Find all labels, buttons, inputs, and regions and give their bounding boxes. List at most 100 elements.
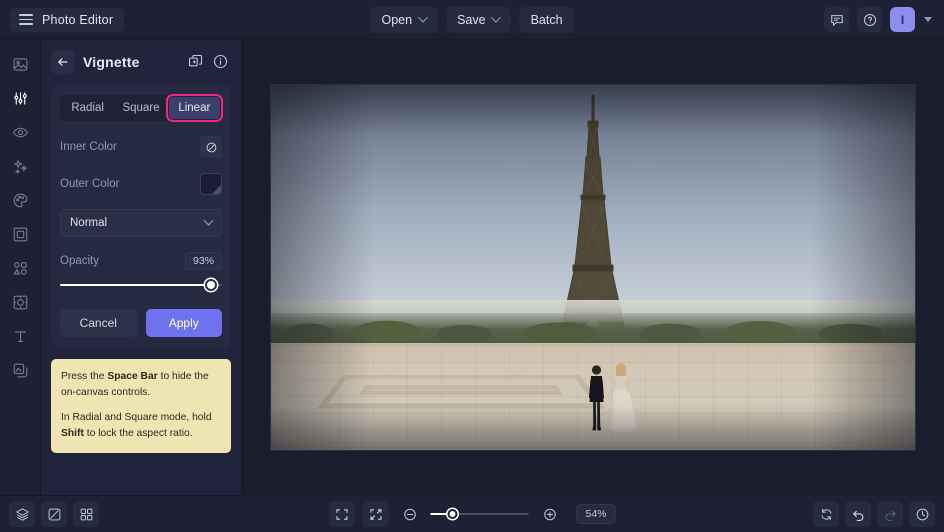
photo-editor-app: Photo Editor Open Save Batch I Vignette … [0, 0, 944, 532]
vignette-shape-tabs: Radial Square Linear [60, 94, 224, 122]
back-button[interactable] [51, 49, 75, 74]
fit-screen-button[interactable] [328, 501, 355, 527]
feedback-button[interactable] [824, 7, 849, 32]
top-center-actions: Open Save Batch [370, 0, 574, 40]
arrow-left-icon [58, 57, 68, 66]
sidebar-item-text[interactable] [5, 321, 36, 352]
help-button[interactable] [857, 7, 882, 32]
chevron-down-icon [203, 215, 214, 226]
reset-button[interactable] [813, 501, 839, 527]
tool-rail [0, 40, 41, 495]
top-bar: Photo Editor Open Save Batch I [0, 0, 944, 40]
treeline-layer [271, 313, 915, 347]
top-right-actions: I [824, 7, 934, 32]
inner-color-label: Inner Color [60, 141, 117, 153]
sidebar-item-color[interactable] [5, 185, 36, 216]
vignette-controls-card: Radial Square Linear Inner Color Outer C… [51, 85, 231, 348]
tab-linear[interactable]: Linear [165, 94, 224, 122]
outer-color-swatch[interactable] [200, 173, 222, 195]
zoom-out-icon [403, 508, 416, 520]
open-button[interactable]: Open [370, 7, 438, 33]
user-menu-chevron-icon[interactable] [924, 17, 932, 22]
undo-button[interactable] [845, 501, 871, 527]
hint-1-bold: Space Bar [107, 371, 158, 382]
canvas-area[interactable] [242, 40, 944, 495]
opacity-slider[interactable] [60, 278, 222, 292]
undo-icon [852, 510, 863, 521]
app-menu-button[interactable]: Photo Editor [10, 7, 125, 32]
sidebar-item-overlays[interactable] [5, 355, 36, 386]
redo-icon [885, 510, 896, 521]
opacity-fill [60, 284, 211, 286]
vignette-panel: Vignette Radial Square Linear Inner Colo… [41, 40, 242, 495]
compare-icon [48, 508, 60, 520]
photo-canvas[interactable] [271, 85, 915, 450]
inner-color-row: Inner Color [60, 136, 222, 158]
zoom-in-button[interactable] [536, 501, 562, 527]
save-button[interactable]: Save [446, 7, 511, 33]
bottom-bar: 54% [0, 495, 944, 532]
no-color-icon [206, 142, 216, 152]
add-layer-icon [188, 54, 203, 67]
bride-icon [610, 363, 637, 432]
shapes-icon [13, 262, 27, 275]
zoom-knob[interactable] [447, 509, 458, 519]
collapse-icon [369, 508, 382, 520]
zoom-level-value[interactable]: 54% [576, 504, 616, 524]
bottom-left-tools [9, 501, 99, 527]
sidebar-item-adjust[interactable] [5, 83, 36, 114]
tab-radial[interactable]: Radial [62, 97, 113, 119]
sidebar-item-shapes[interactable] [5, 253, 36, 284]
sidebar-item-frame[interactable] [5, 219, 36, 250]
collapse-button[interactable] [362, 501, 389, 527]
bottom-right-tools [813, 501, 935, 527]
info-circle-icon [213, 54, 228, 69]
zoom-slider[interactable] [430, 507, 529, 521]
blend-mode-select[interactable]: Normal [60, 209, 222, 237]
hint-2-post: to lock the aspect ratio. [83, 427, 193, 439]
hint-1-pre: Press the [61, 371, 108, 382]
inner-color-swatch[interactable] [200, 136, 222, 158]
layers-icon [15, 507, 29, 521]
opacity-control: Opacity 93% [60, 252, 222, 292]
grid-button[interactable] [73, 501, 99, 527]
sidebar-item-crop[interactable] [5, 287, 36, 318]
zoom-out-button[interactable] [396, 501, 422, 527]
opacity-value[interactable]: 93% [184, 252, 222, 270]
avatar-initial: I [900, 12, 905, 27]
apply-button[interactable]: Apply [145, 309, 222, 337]
sidebar-item-effects[interactable] [5, 151, 36, 182]
sidebar-item-image[interactable] [5, 49, 36, 80]
opacity-knob[interactable] [204, 279, 217, 291]
hint-tooltip: Press the Space Bar to hide the on-canva… [51, 359, 231, 453]
chevron-down-icon [491, 12, 502, 23]
sliders-icon [13, 92, 27, 105]
cancel-button[interactable]: Cancel [60, 309, 137, 337]
panel-header-actions [188, 54, 231, 69]
panel-header: Vignette [51, 40, 231, 77]
tab-square[interactable]: Square [115, 97, 166, 119]
crop-focus-icon [13, 295, 27, 310]
batch-button[interactable]: Batch [519, 7, 574, 33]
sidebar-item-retouch[interactable] [5, 117, 36, 148]
editor-body: Vignette Radial Square Linear Inner Colo… [0, 40, 944, 495]
open-label: Open [381, 13, 413, 27]
duplicate-layer-button[interactable] [188, 54, 203, 69]
redo-button[interactable] [877, 501, 903, 527]
history-button[interactable] [909, 501, 935, 527]
hint-line-1: Press the Space Bar to hide the on-canva… [61, 369, 221, 401]
help-circle-icon [863, 13, 876, 26]
hint-2-pre: In Radial and Square mode, hold [61, 411, 212, 423]
image-icon [13, 58, 27, 71]
palette-icon [13, 193, 27, 208]
comment-icon [830, 14, 843, 27]
zoom-in-icon [543, 508, 556, 520]
user-avatar[interactable]: I [890, 7, 915, 32]
compare-button[interactable] [41, 501, 67, 527]
info-button[interactable] [213, 54, 228, 69]
hint-2-bold: Shift [61, 427, 84, 439]
opacity-label: Opacity [60, 255, 99, 267]
outer-color-row: Outer Color [60, 173, 222, 195]
layers-button[interactable] [9, 501, 35, 527]
hint-line-2: In Radial and Square mode, hold Shift to… [61, 410, 221, 442]
